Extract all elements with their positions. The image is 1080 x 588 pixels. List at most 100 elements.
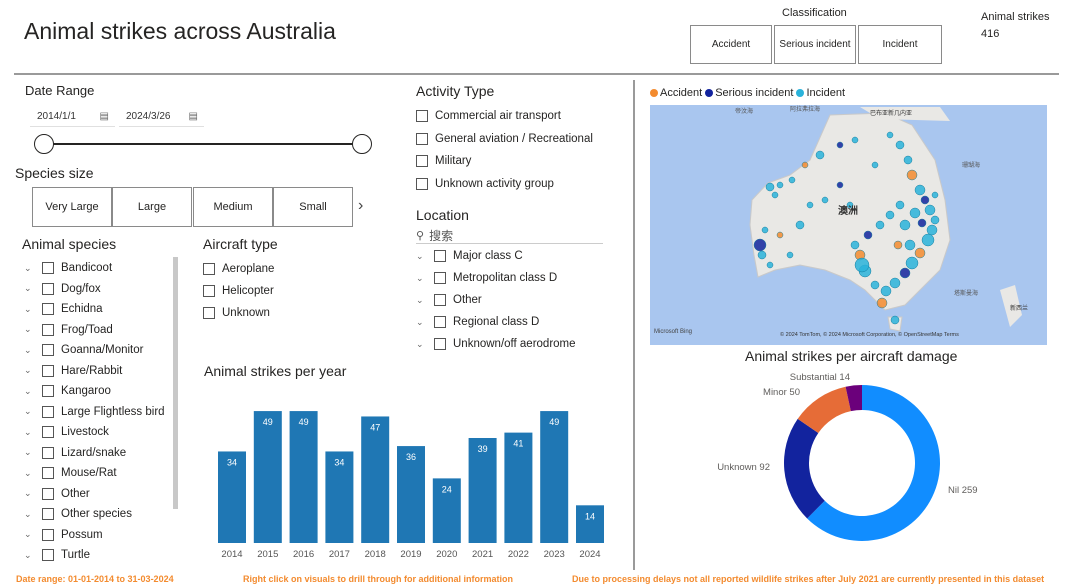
chevron-down-icon[interactable]: ⌄ — [24, 550, 34, 561]
map-canvas[interactable]: 澳洲 帝汶海 阿拉弗拉海 巴布亚新几内亚 珊瑚海 塔斯曼海 新西兰 Micros… — [650, 105, 1047, 345]
map-point[interactable] — [917, 218, 927, 228]
map-point[interactable] — [895, 140, 905, 150]
map-point[interactable] — [875, 220, 885, 230]
map-point[interactable] — [771, 191, 779, 199]
date-slider-start-handle[interactable] — [34, 134, 54, 154]
activity-type-checkbox[interactable] — [416, 132, 428, 145]
map-point[interactable] — [815, 150, 825, 160]
bar[interactable] — [253, 411, 282, 543]
animal-species-checkbox[interactable] — [42, 508, 54, 521]
aircraft-type-checkbox[interactable] — [203, 285, 215, 297]
animal-species-item[interactable]: ⌄ Other — [24, 484, 174, 505]
animal-species-scrollbar[interactable] — [173, 257, 178, 509]
chevron-down-icon[interactable]: ⌄ — [24, 324, 34, 335]
map-point[interactable] — [776, 231, 784, 239]
activity-type-checkbox[interactable] — [416, 177, 428, 190]
calendar-icon[interactable]: ▤ — [100, 111, 109, 122]
map-point[interactable] — [776, 181, 784, 189]
map-copyright[interactable]: © 2024 TomTom, © 2024 Microsoft Corporat… — [780, 331, 959, 338]
map-point[interactable] — [806, 201, 814, 209]
map-point[interactable] — [899, 219, 911, 231]
animal-species-item[interactable]: ⌄ Other species — [24, 504, 174, 525]
animal-species-item[interactable]: ⌄ Hare/Rabbit — [24, 361, 174, 382]
animal-species-checkbox[interactable] — [42, 487, 54, 500]
map-point[interactable] — [905, 256, 919, 270]
map-point[interactable] — [801, 161, 809, 169]
animal-species-checkbox[interactable] — [42, 282, 54, 295]
animal-species-checkbox[interactable] — [42, 405, 54, 418]
map-point[interactable] — [889, 277, 901, 289]
chevron-down-icon[interactable]: ⌄ — [24, 386, 34, 397]
strikes-per-year-chart[interactable]: 34 2014 49 2015 49 2016 34 2017 47 2018 36 2019 24 20… — [210, 395, 610, 565]
location-item[interactable]: ⌄ Unknown/off aerodrome — [416, 333, 626, 355]
animal-species-checkbox[interactable] — [42, 528, 54, 541]
animal-species-item[interactable]: ⌄ Mouse/Rat — [24, 463, 174, 484]
map-point[interactable] — [786, 251, 794, 259]
animal-species-checkbox[interactable] — [42, 385, 54, 398]
map-point[interactable] — [880, 285, 892, 297]
location-search-input[interactable]: ⚲ 搜索 — [416, 228, 603, 244]
map-point[interactable] — [871, 161, 879, 169]
chevron-down-icon[interactable]: ⌄ — [24, 529, 34, 540]
activity-type-item[interactable]: Military — [416, 150, 626, 173]
animal-species-item[interactable]: ⌄ Frog/Toad — [24, 320, 174, 341]
location-checkbox[interactable] — [434, 272, 446, 284]
chevron-down-icon[interactable]: ⌄ — [416, 295, 426, 306]
size-medium-button[interactable]: Medium — [193, 187, 273, 227]
animal-species-checkbox[interactable] — [42, 323, 54, 336]
chevron-down-icon[interactable]: ⌄ — [24, 488, 34, 499]
calendar-icon[interactable]: ▤ — [189, 111, 198, 122]
animal-species-item[interactable]: ⌄ Lizard/snake — [24, 443, 174, 464]
aircraft-damage-chart[interactable]: Nil 259 Unknown 92 Minor 50 Substantial 14 — [690, 365, 1060, 565]
map-point[interactable] — [904, 239, 916, 251]
map-point[interactable] — [795, 220, 805, 230]
activity-type-checkbox[interactable] — [416, 110, 428, 123]
aircraft-type-item[interactable]: Aeroplane — [203, 258, 353, 280]
map-point[interactable] — [914, 184, 926, 196]
map-point[interactable] — [926, 224, 938, 236]
bar[interactable] — [504, 432, 533, 543]
chevron-down-icon[interactable]: ⌄ — [24, 365, 34, 376]
aircraft-type-item[interactable]: Helicopter — [203, 280, 353, 302]
classification-serious-incident-button[interactable]: Serious incident — [774, 25, 856, 64]
map-point[interactable] — [836, 141, 844, 149]
animal-species-item[interactable]: ⌄ Goanna/Monitor — [24, 340, 174, 361]
map-point[interactable] — [753, 238, 767, 252]
location-checkbox[interactable] — [434, 294, 446, 306]
size-large-button[interactable]: Large — [112, 187, 192, 227]
chevron-down-icon[interactable]: ⌄ — [24, 406, 34, 417]
map-point[interactable] — [909, 207, 921, 219]
classification-incident-button[interactable]: Incident — [858, 25, 942, 64]
animal-species-checkbox[interactable] — [42, 262, 54, 275]
activity-type-item[interactable]: Commercial air transport — [416, 105, 626, 128]
activity-type-checkbox[interactable] — [416, 155, 428, 168]
map-point[interactable] — [854, 257, 870, 273]
animal-species-checkbox[interactable] — [42, 364, 54, 377]
animal-species-checkbox[interactable] — [42, 303, 54, 316]
location-item[interactable]: ⌄ Other — [416, 289, 626, 311]
aircraft-type-checkbox[interactable] — [203, 263, 215, 275]
animal-species-checkbox[interactable] — [42, 344, 54, 357]
location-checkbox[interactable] — [434, 338, 446, 350]
chevron-down-icon[interactable]: ⌄ — [24, 345, 34, 356]
map-point[interactable] — [899, 267, 911, 279]
animal-species-checkbox[interactable] — [42, 426, 54, 439]
animal-species-checkbox[interactable] — [42, 446, 54, 459]
map-point[interactable] — [893, 240, 903, 250]
map-point[interactable] — [895, 200, 905, 210]
map-point[interactable] — [836, 181, 844, 189]
animal-species-item[interactable]: ⌄ Bandicoot — [24, 258, 174, 279]
animal-species-item[interactable]: ⌄ Echidna — [24, 299, 174, 320]
map-point[interactable] — [890, 315, 900, 325]
map-point[interactable] — [914, 247, 926, 259]
map-point[interactable] — [870, 280, 880, 290]
location-checkbox[interactable] — [434, 316, 446, 328]
size-very-large-button[interactable]: Very Large — [32, 187, 112, 227]
date-slider-end-handle[interactable] — [352, 134, 372, 154]
activity-type-item[interactable]: General aviation / Recreational — [416, 128, 626, 151]
map-point[interactable] — [766, 261, 774, 269]
australia-map[interactable]: 澳洲 帝汶海 阿拉弗拉海 巴布亚新几内亚 珊瑚海 塔斯曼海 新西兰 Micros… — [650, 105, 1047, 345]
map-point[interactable] — [821, 196, 829, 204]
date-slider-track[interactable] — [44, 143, 362, 145]
map-point[interactable] — [850, 240, 860, 250]
